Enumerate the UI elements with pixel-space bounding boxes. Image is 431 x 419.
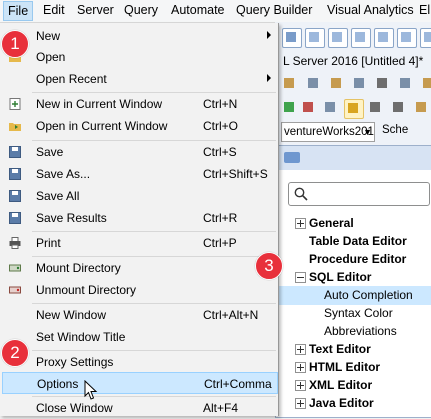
toolbar-grid-icon[interactable] [282,28,302,48]
window-icon [284,152,300,163]
copy-doc-icon[interactable] [397,75,415,93]
submenu-arrow-icon [267,31,271,39]
options-dialog: General Table Data Editor Procedure Edit… [275,145,431,418]
menu-overflow[interactable]: El [419,3,430,17]
menu-item-new-in-current-window[interactable]: New in Current Window Ctrl+N [0,93,278,115]
toolbar-more-icon[interactable] [420,28,431,48]
menu-file[interactable]: File [3,1,34,21]
expand-icon[interactable] [295,218,306,229]
save-all-icon [9,190,21,202]
tree-item-syntax-color[interactable]: Syntax Color [276,304,431,323]
favorites-icon[interactable] [413,99,431,117]
toolbar-chart-icon[interactable] [374,28,394,48]
database-select[interactable]: ventureWorks2012 ▼ [281,122,375,142]
menu-item-unmount-directory[interactable]: Unmount Directory [0,279,278,301]
menu-item-save-all[interactable]: Save All [0,185,278,207]
tree-item-auto-completion[interactable]: Auto Completion [276,286,431,305]
toolbar-table-icon[interactable] [305,28,325,48]
chevron-down-icon: ▼ [363,127,372,137]
menu-item-save[interactable]: Save Ctrl+S [0,141,278,163]
expand-icon[interactable] [295,380,306,391]
mouse-cursor-icon [84,380,98,400]
file-menu: New Open Open Recent New in Current Wind… [0,23,279,416]
format-icon[interactable] [420,75,431,93]
run-icon[interactable] [281,99,299,117]
submenu-arrow-icon [267,74,271,82]
menu-item-save-results[interactable]: Save Results Ctrl+R [0,207,278,229]
step-badge-2: 2 [1,339,29,367]
menu-query[interactable]: Query [124,3,158,17]
tree-item-xml-editor[interactable]: XML Editor [276,376,431,395]
save-as-icon [9,168,21,180]
editor-tab-title[interactable]: L Server 2016 [Untitled 4]* [283,54,423,68]
debug-icon[interactable] [322,99,340,117]
step-badge-3: 3 [255,252,283,280]
new-doc-icon [9,98,21,110]
cut-icon[interactable] [374,75,392,93]
menu-item-options[interactable]: Options Ctrl+Comma [2,372,278,394]
menu-automate[interactable]: Automate [171,3,225,17]
mount-directory-icon [9,264,21,272]
tree-item-html-editor[interactable]: HTML Editor [276,358,431,377]
menu-item-new[interactable]: New [0,25,278,47]
menu-item-save-as[interactable]: Save As... Ctrl+Shift+S [0,163,278,185]
expand-icon[interactable] [295,362,306,373]
copy-icon[interactable] [305,75,323,93]
search-icon [294,187,308,201]
commit-icon[interactable] [367,99,385,117]
tree-item-text-editor[interactable]: Text Editor [276,340,431,359]
clipboard-icon[interactable] [281,75,299,93]
options-search-input[interactable] [288,182,430,206]
expand-icon[interactable] [295,398,306,409]
options-dialog-header [276,146,431,170]
tree-item-table-data-editor[interactable]: Table Data Editor [276,232,431,251]
menu-bar: File Edit Server Query Automate Query Bu… [0,0,431,23]
tree-item-sql-editor[interactable]: SQL Editor [276,268,431,287]
save-results-icon [9,212,21,224]
tree-item-abbreviations[interactable]: Abbreviations [276,322,431,341]
schema-label: Sche [382,124,409,136]
stop-icon[interactable] [300,99,318,117]
menu-server[interactable]: Server [77,3,114,17]
menu-item-new-window[interactable]: New Window Ctrl+Alt+N [0,304,278,326]
menu-item-set-window-title[interactable]: Set Window Title [0,326,278,348]
unmount-directory-icon [9,286,21,294]
auto-commit-icon[interactable] [344,99,364,119]
step-badge-1: 1 [1,30,29,58]
toolbar-pivot-icon[interactable] [397,28,417,48]
paste-icon[interactable] [328,75,346,93]
menu-edit[interactable]: Edit [43,3,65,17]
toolbar-form-icon[interactable] [328,28,348,48]
open-in-window-icon [9,123,21,131]
save-icon [9,146,21,158]
expand-icon[interactable] [295,344,306,355]
menu-item-open-in-current-window[interactable]: Open in Current Window Ctrl+O [0,115,278,137]
collapse-icon[interactable] [295,272,306,283]
toolbar-text-icon[interactable] [351,28,371,48]
menu-item-proxy-settings[interactable]: Proxy Settings [0,351,278,373]
tree-item-java-editor[interactable]: Java Editor [276,394,431,413]
menu-item-mount-directory[interactable]: Mount Directory [0,257,278,279]
tree-item-procedure-editor[interactable]: Procedure Editor [276,250,431,269]
menu-item-print[interactable]: Print Ctrl+P [0,232,278,254]
menu-item-open-recent[interactable]: Open Recent [0,68,278,90]
menu-item-open[interactable]: Open [0,46,278,68]
explain-icon[interactable] [390,99,408,117]
print-icon [9,237,21,249]
menu-visual-analytics[interactable]: Visual Analytics [327,3,414,17]
database-select-value: ventureWorks2012 [284,126,375,138]
undo-icon[interactable] [351,75,369,93]
menu-query-builder[interactable]: Query Builder [236,3,312,17]
tree-item-general[interactable]: General [276,214,431,233]
